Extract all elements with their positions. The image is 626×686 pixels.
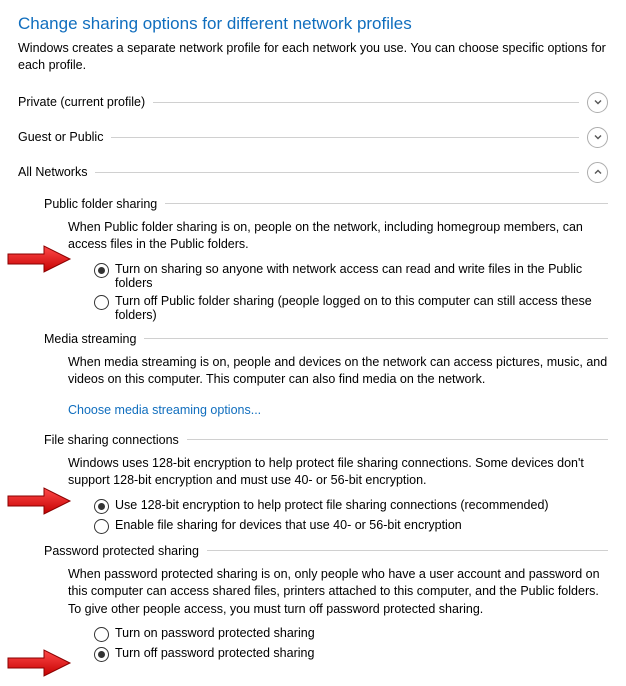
radio-label: Turn off Public folder sharing (people l… xyxy=(115,294,608,322)
media-streaming-heading: Media streaming xyxy=(44,332,608,346)
radio-icon xyxy=(94,647,109,662)
radio-label: Turn off password protected sharing xyxy=(115,646,608,660)
collapse-all-button[interactable] xyxy=(587,162,608,183)
page-title: Change sharing options for different net… xyxy=(18,14,608,34)
divider xyxy=(144,338,608,339)
radio-label: Turn on password protected sharing xyxy=(115,626,608,640)
radio-label: Use 128-bit encryption to help protect f… xyxy=(115,498,608,512)
annotation-arrow-icon xyxy=(4,243,74,275)
media-streaming-desc: When media streaming is on, people and d… xyxy=(68,354,608,389)
password-sharing-heading: Password protected sharing xyxy=(44,544,608,558)
file-sharing-heading: File sharing connections xyxy=(44,433,608,447)
public-folder-sharing-desc: When Public folder sharing is on, people… xyxy=(68,219,608,254)
file-sharing-desc: Windows uses 128-bit encryption to help … xyxy=(68,455,608,490)
section-heading-label: Password protected sharing xyxy=(44,544,207,558)
profile-all-label: All Networks xyxy=(18,165,95,179)
radio-icon xyxy=(94,263,109,278)
chevron-up-icon xyxy=(593,167,603,177)
profile-guest-label: Guest or Public xyxy=(18,130,111,144)
password-sharing-desc: When password protected sharing is on, o… xyxy=(68,566,608,619)
profile-private-label: Private (current profile) xyxy=(18,95,153,109)
profile-all-row[interactable]: All Networks xyxy=(18,162,608,183)
public-folder-sharing-off-radio[interactable]: Turn off Public folder sharing (people l… xyxy=(94,294,608,322)
radio-icon xyxy=(94,499,109,514)
chevron-down-icon xyxy=(593,97,603,107)
radio-icon xyxy=(94,627,109,642)
radio-icon xyxy=(94,295,109,310)
public-folder-sharing-on-radio[interactable]: Turn on sharing so anyone with network a… xyxy=(94,262,608,290)
expand-private-button[interactable] xyxy=(587,92,608,113)
radio-label: Turn on sharing so anyone with network a… xyxy=(115,262,608,290)
divider xyxy=(165,203,608,204)
file-sharing-40bit-radio[interactable]: Enable file sharing for devices that use… xyxy=(94,518,608,534)
password-sharing-on-radio[interactable]: Turn on password protected sharing xyxy=(94,626,608,642)
file-sharing-128bit-radio[interactable]: Use 128-bit encryption to help protect f… xyxy=(94,498,608,514)
divider xyxy=(95,172,579,173)
profile-private-row[interactable]: Private (current profile) xyxy=(18,92,608,113)
divider xyxy=(153,102,579,103)
divider xyxy=(207,550,608,551)
divider xyxy=(187,439,608,440)
password-sharing-options: Turn on password protected sharing Turn … xyxy=(94,626,608,662)
file-sharing-options: Use 128-bit encryption to help protect f… xyxy=(94,498,608,534)
divider xyxy=(111,137,579,138)
annotation-arrow-icon xyxy=(4,485,74,517)
radio-label: Enable file sharing for devices that use… xyxy=(115,518,608,532)
annotation-arrow-icon xyxy=(4,647,74,679)
media-streaming-options-link[interactable]: Choose media streaming options... xyxy=(68,403,261,417)
chevron-down-icon xyxy=(593,132,603,142)
expand-guest-button[interactable] xyxy=(587,127,608,148)
public-folder-sharing-heading: Public folder sharing xyxy=(44,197,608,211)
public-folder-sharing-options: Turn on sharing so anyone with network a… xyxy=(94,262,608,322)
profile-guest-row[interactable]: Guest or Public xyxy=(18,127,608,148)
section-heading-label: Public folder sharing xyxy=(44,197,165,211)
section-heading-label: Media streaming xyxy=(44,332,144,346)
page-subtitle: Windows creates a separate network profi… xyxy=(18,40,608,74)
password-sharing-off-radio[interactable]: Turn off password protected sharing xyxy=(94,646,608,662)
section-heading-label: File sharing connections xyxy=(44,433,187,447)
radio-icon xyxy=(94,519,109,534)
advanced-sharing-page: Change sharing options for different net… xyxy=(0,0,626,686)
